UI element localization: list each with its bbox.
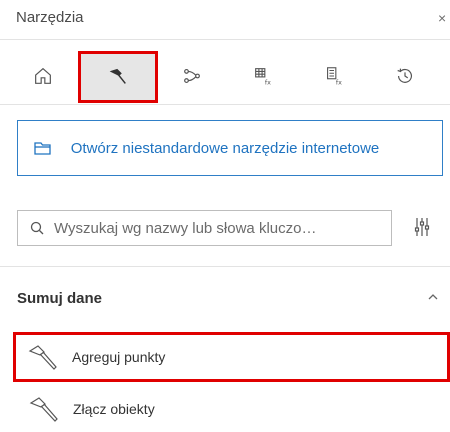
chevron-up-icon[interactable] — [427, 292, 439, 302]
list-function-icon: fx — [327, 67, 342, 86]
connect-nodes-icon — [184, 68, 200, 84]
tab-tools[interactable] — [78, 51, 158, 103]
hammer-icon — [28, 345, 57, 370]
tab-history[interactable] — [371, 53, 439, 99]
tab-workflow[interactable] — [158, 53, 226, 99]
close-icon[interactable]: × — [438, 10, 446, 26]
tab-table-function[interactable]: fx — [229, 53, 297, 99]
hammer-icon — [29, 397, 58, 422]
folder-icon — [34, 142, 51, 155]
divider — [0, 266, 450, 267]
table-function-icon: fx — [255, 68, 271, 86]
divider — [0, 39, 450, 40]
tab-home[interactable] — [9, 53, 77, 99]
tab-list-function[interactable]: fx — [300, 53, 368, 99]
tool-item-aggregate-points[interactable]: Agreguj punkty — [13, 332, 450, 382]
search-box — [17, 210, 392, 246]
filter-sliders-icon[interactable] — [414, 216, 430, 238]
svg-text:fx: fx — [265, 78, 271, 86]
search-icon — [30, 221, 44, 235]
hammer-icon — [109, 68, 126, 84]
tool-item-join-features[interactable]: Złącz obiekty — [17, 386, 450, 432]
panel-title: Narzędzia — [16, 9, 84, 26]
open-custom-tool-label: Otwórz niestandardowe narzędzie internet… — [70, 139, 380, 157]
home-icon — [35, 67, 51, 84]
open-custom-tool-button[interactable]: Otwórz niestandardowe narzędzie internet… — [17, 120, 443, 176]
divider — [0, 104, 450, 105]
tool-label: Złącz obiekty — [73, 401, 155, 417]
tool-label: Agreguj punkty — [72, 349, 166, 365]
history-icon — [397, 68, 412, 83]
svg-text:fx: fx — [336, 78, 342, 86]
search-input[interactable] — [54, 219, 374, 237]
section-title[interactable]: Sumuj dane — [17, 290, 102, 307]
